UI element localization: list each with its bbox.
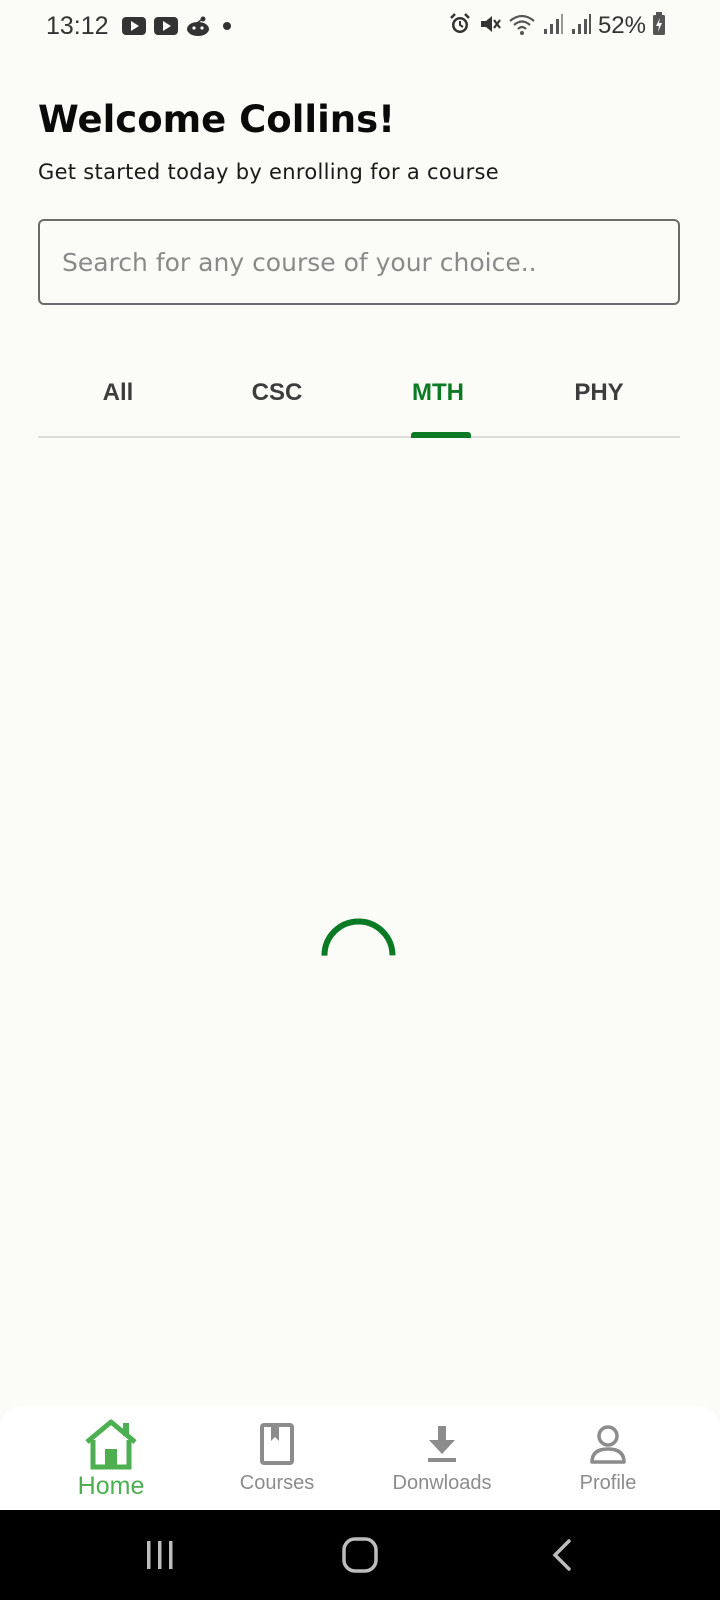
status-bar: 13:12 52% <box>0 0 720 60</box>
system-status-icons: 52% <box>448 12 666 40</box>
nav-home[interactable]: Home <box>26 1406 196 1510</box>
alarm-icon <box>448 12 472 40</box>
nav-profile[interactable]: Profile <box>523 1406 693 1510</box>
status-time: 13:12 <box>46 12 109 40</box>
signal-icon <box>570 13 592 39</box>
category-tabs: All CSC MTH PHY <box>38 350 680 436</box>
home-system-button[interactable] <box>330 1532 390 1578</box>
dot-icon <box>218 17 236 39</box>
person-icon <box>589 1418 627 1470</box>
tabs-divider <box>38 436 680 438</box>
nav-downloads-label: Donwloads <box>392 1472 492 1494</box>
search-input[interactable] <box>40 221 678 303</box>
loading-spinner <box>320 908 400 988</box>
system-navigation-bar <box>0 1510 720 1600</box>
tab-phy[interactable]: PHY <box>519 350 679 436</box>
nav-downloads[interactable]: Donwloads <box>357 1406 527 1510</box>
search-box <box>38 219 680 305</box>
active-tab-indicator <box>411 432 471 438</box>
recent-apps-icon <box>147 1541 173 1569</box>
back-chevron-icon <box>552 1539 571 1571</box>
page-title: Welcome Collins! <box>38 98 396 141</box>
mute-icon <box>478 12 502 40</box>
signal-icon <box>542 13 564 39</box>
reddit-icon <box>186 16 210 40</box>
tab-mth[interactable]: MTH <box>358 350 518 436</box>
recent-apps-button[interactable] <box>130 1532 190 1578</box>
nav-courses-label: Courses <box>239 1472 315 1494</box>
wifi-icon <box>508 12 536 40</box>
nav-home-label: Home <box>77 1472 145 1500</box>
book-icon <box>260 1418 294 1470</box>
notification-icons <box>122 16 236 40</box>
tab-all[interactable]: All <box>38 350 198 436</box>
page-subtitle: Get started today by enrolling for a cou… <box>38 160 500 184</box>
back-button[interactable] <box>532 1532 592 1578</box>
youtube-icon <box>122 17 146 39</box>
bottom-navigation: Home Courses Donwloads Profile <box>0 1406 720 1510</box>
nav-profile-label: Profile <box>579 1472 637 1494</box>
download-icon <box>425 1418 459 1470</box>
home-circle-icon <box>342 1537 378 1573</box>
battery-charging-icon <box>652 12 666 40</box>
home-icon <box>82 1418 140 1470</box>
tab-csc[interactable]: CSC <box>197 350 357 436</box>
nav-courses[interactable]: Courses <box>192 1406 362 1510</box>
youtube-icon <box>154 17 178 39</box>
battery-percent: 52% <box>597 12 646 39</box>
